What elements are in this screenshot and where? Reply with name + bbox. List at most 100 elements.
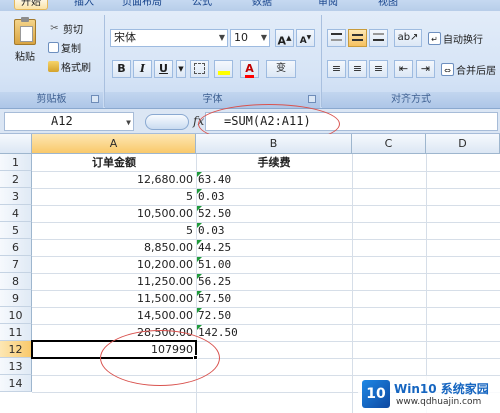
fill-color-button[interactable] — [214, 60, 233, 78]
row-header[interactable]: 6 — [0, 239, 32, 256]
align-middle-button[interactable] — [348, 29, 367, 47]
select-all-corner[interactable] — [0, 134, 32, 154]
tab-insert[interactable]: 插入 — [74, 0, 94, 10]
borders-button[interactable] — [190, 60, 209, 78]
name-box[interactable]: A12 ▼ — [4, 112, 134, 131]
row-header[interactable]: 4 — [0, 205, 32, 222]
cell-a6[interactable]: 8,850.00 — [32, 239, 196, 256]
tab-review[interactable]: 审阅 — [318, 0, 338, 10]
ribbon-tab-bar: 开始 插入 页面布局 公式 数据 审阅 视图 — [0, 0, 500, 11]
column-header-a[interactable]: A — [32, 134, 196, 154]
italic-button[interactable]: I — [133, 60, 152, 78]
column-header-d[interactable]: D — [426, 134, 500, 154]
tab-formulas[interactable]: 公式 — [192, 0, 212, 10]
cell-b8[interactable]: 56.25 — [196, 273, 352, 290]
scissors-icon: ✂ — [50, 23, 59, 34]
shrink-font-button[interactable]: A▼ — [296, 29, 315, 47]
underline-dropdown[interactable]: ▼ — [176, 60, 186, 78]
row-header[interactable]: 14 — [0, 375, 32, 392]
format-painter-label: 格式刷 — [61, 63, 91, 74]
row-header[interactable]: 7 — [0, 256, 32, 273]
align-center-icon: ≡ — [352, 62, 363, 75]
row-header[interactable]: 5 — [0, 222, 32, 239]
align-top-icon — [331, 33, 342, 41]
tab-home[interactable]: 开始 — [14, 0, 48, 10]
error-indicator-icon — [197, 189, 202, 194]
font-color-icon: A — [245, 62, 254, 78]
align-center-button[interactable]: ≡ — [348, 60, 367, 78]
cell-a9[interactable]: 11,500.00 — [32, 290, 196, 307]
orientation-button[interactable]: ab↗ — [394, 29, 422, 47]
font-color-button[interactable]: A — [240, 60, 259, 78]
grow-font-button[interactable]: A▲ — [275, 29, 294, 48]
wrap-text-label: 自动换行 — [443, 35, 483, 46]
row-header[interactable]: 11 — [0, 324, 32, 341]
clipboard-group-label: 剪贴板 — [0, 92, 103, 108]
error-indicator-icon — [197, 240, 202, 245]
align-left-button[interactable]: ≡ — [327, 60, 346, 78]
increase-indent-button[interactable]: ⇥ — [416, 60, 435, 78]
column-header-b[interactable]: B — [196, 134, 352, 154]
align-bottom-button[interactable] — [369, 29, 388, 47]
cell-a8[interactable]: 11,250.00 — [32, 273, 196, 290]
cell-a2[interactable]: 12,680.00 — [32, 171, 196, 188]
row-header[interactable]: 9 — [0, 290, 32, 307]
row-header[interactable]: 10 — [0, 307, 32, 324]
cell-b4[interactable]: 52.50 — [196, 205, 352, 222]
cut-label: 剪切 — [63, 25, 83, 36]
row-header[interactable]: 3 — [0, 188, 32, 205]
tab-data[interactable]: 数据 — [252, 0, 272, 10]
alignment-group-label: 对齐方式 — [322, 92, 500, 108]
phonetic-label: 变 — [276, 63, 286, 74]
annotation-circle-total — [100, 330, 220, 386]
row-header[interactable]: 2 — [0, 171, 32, 188]
cell-b6[interactable]: 44.25 — [196, 239, 352, 256]
cell-b3[interactable]: 0.03 — [196, 188, 352, 205]
wrap-text-button[interactable]: ↵ 自动换行 — [428, 31, 483, 46]
tab-page-layout[interactable]: 页面布局 — [122, 0, 162, 10]
wrap-text-icon: ↵ — [428, 32, 441, 45]
column-header-c[interactable]: C — [352, 134, 426, 154]
align-top-button[interactable] — [327, 29, 346, 47]
paste-button[interactable]: 粘贴 — [10, 17, 40, 63]
cell-b2[interactable]: 63.40 — [196, 171, 352, 188]
copy-icon — [48, 42, 59, 53]
row-header[interactable]: 1 — [0, 154, 32, 171]
font-size-value: 10 — [234, 31, 248, 44]
error-indicator-icon — [197, 257, 202, 262]
tab-view[interactable]: 视图 — [378, 0, 398, 10]
error-indicator-icon — [197, 223, 202, 228]
row-header[interactable]: 8 — [0, 273, 32, 290]
cell-a10[interactable]: 14,500.00 — [32, 307, 196, 324]
cell-b9[interactable]: 57.50 — [196, 290, 352, 307]
bold-button[interactable]: B — [112, 60, 131, 78]
row-header[interactable]: 12 — [0, 341, 32, 358]
merge-center-button[interactable]: ⇔ 合并后居 — [441, 62, 496, 77]
cell-a5[interactable]: 5 — [32, 222, 196, 239]
formula-bar-expand-button[interactable] — [145, 114, 189, 130]
cut-button[interactable]: ✂ 剪切 — [48, 21, 83, 36]
cell-b1[interactable]: 手续费 — [196, 154, 352, 171]
align-right-button[interactable]: ≡ — [369, 60, 388, 78]
format-painter-button[interactable]: 格式刷 — [48, 59, 91, 74]
cell-b11[interactable]: 142.50 — [196, 324, 352, 341]
phonetic-button[interactable]: 变 — [266, 60, 296, 78]
font-name-combo[interactable]: 宋体 ▼ — [110, 29, 228, 47]
copy-button[interactable]: 复制 — [48, 40, 81, 55]
cell-a1[interactable]: 订单金额 — [32, 154, 196, 171]
font-name-value: 宋体 — [114, 31, 136, 44]
cell-b5[interactable]: 0.03 — [196, 222, 352, 239]
cell-b7[interactable]: 51.00 — [196, 256, 352, 273]
row-header[interactable]: 13 — [0, 358, 32, 375]
font-size-combo[interactable]: 10 ▼ — [230, 29, 270, 47]
ribbon: 粘贴 ✂ 剪切 复制 格式刷 剪贴板 宋体 ▼ 10 ▼ A▲ A▼ B I U… — [0, 11, 500, 109]
cell-b10[interactable]: 72.50 — [196, 307, 352, 324]
cell-a4[interactable]: 10,500.00 — [32, 205, 196, 222]
align-left-icon: ≡ — [331, 62, 342, 75]
underline-button[interactable]: U — [154, 60, 173, 78]
cell-a3[interactable]: 5 — [32, 188, 196, 205]
decrease-indent-button[interactable]: ⇤ — [394, 60, 413, 78]
font-launcher-icon[interactable] — [308, 95, 316, 103]
clipboard-launcher-icon[interactable] — [91, 95, 99, 103]
cell-a7[interactable]: 10,200.00 — [32, 256, 196, 273]
